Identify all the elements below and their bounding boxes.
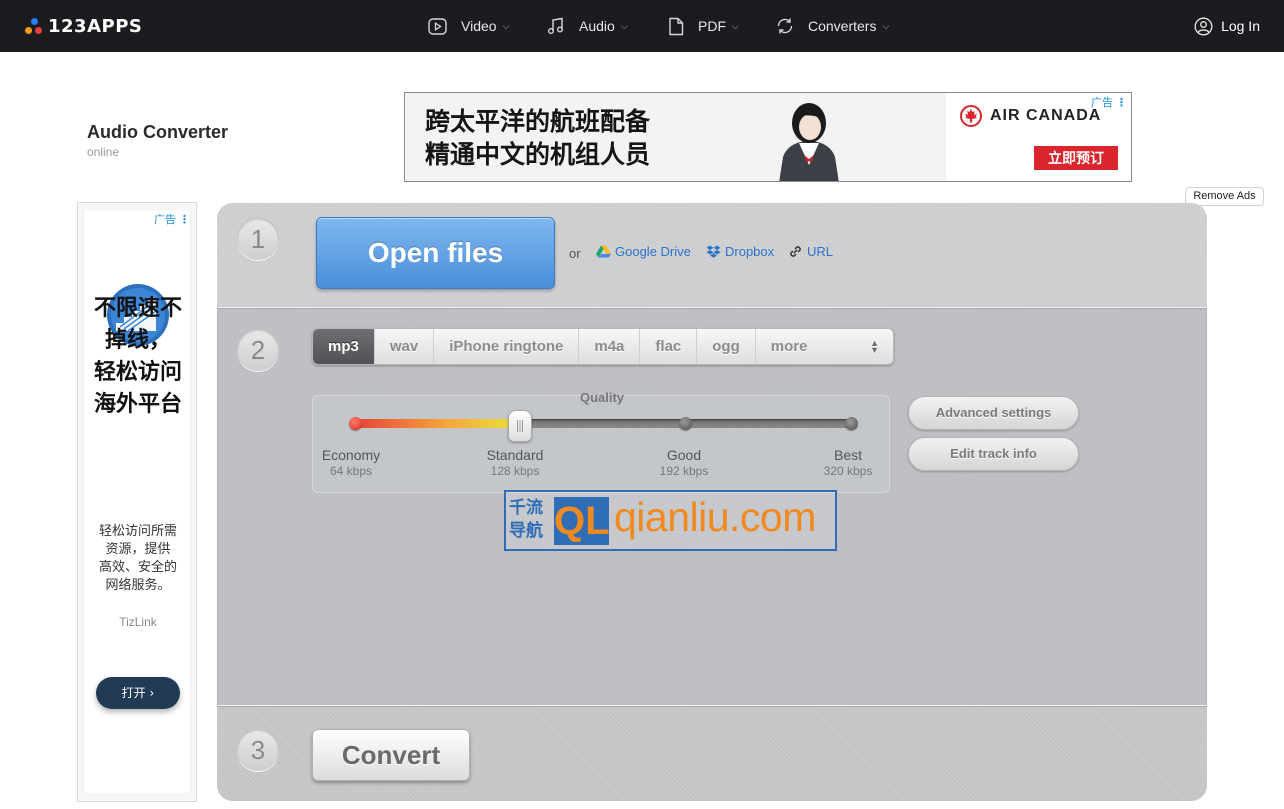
quality-rate-standard: 128 kbps xyxy=(490,464,540,478)
quality-rate-best: 320 kbps xyxy=(823,464,873,478)
logo-dots-icon xyxy=(24,16,44,36)
play-icon xyxy=(428,17,447,35)
qianliu-watermark: 千流 导航 QL qianliu.com xyxy=(504,490,837,551)
quality-node-best[interactable] xyxy=(844,417,858,430)
nav-video[interactable]: Video ⌵ xyxy=(428,14,509,38)
format-tab-mp3[interactable]: mp3 xyxy=(313,329,375,364)
maple-leaf-icon xyxy=(960,105,982,127)
top-banner-ad[interactable]: 跨太平洋的航班配备 精通中文的机组人员 广告 ⋮ AIR CANADA 立即预订 xyxy=(404,92,1132,182)
side-banner-ad[interactable]: 广告 ⋮ 不限速不 掉线， 轻松访问 海外平台 轻松访问所需 资源，提供 高效、安… xyxy=(77,202,197,802)
more-dots-icon: ⋮ xyxy=(1116,97,1127,109)
chevron-down-icon: ⌵ xyxy=(882,20,890,31)
document-icon xyxy=(669,17,684,35)
quality-title: Quality xyxy=(579,390,625,405)
logo[interactable]: 123APPS xyxy=(24,15,142,37)
open-files-button[interactable]: Open files xyxy=(316,217,555,289)
advanced-settings-button[interactable]: Advanced settings xyxy=(908,396,1079,430)
format-more-label: more xyxy=(770,338,808,355)
quality-node-good[interactable] xyxy=(679,417,693,430)
side-ad-open-button[interactable]: 打开 › xyxy=(96,677,180,709)
format-tab-flac[interactable]: flac xyxy=(640,329,698,364)
dropbox-label: Dropbox xyxy=(725,244,775,259)
quality-node-economy[interactable] xyxy=(348,417,362,430)
url-label: URL xyxy=(807,244,834,259)
chevron-down-icon: ⌵ xyxy=(502,20,510,31)
air-canada-logo: AIR CANADA xyxy=(960,105,1101,127)
url-link[interactable]: URL xyxy=(788,244,833,259)
edit-track-info-button[interactable]: Edit track info xyxy=(908,437,1079,471)
login-button[interactable]: Log In xyxy=(1194,14,1260,38)
nav-pdf[interactable]: PDF ⌵ xyxy=(668,14,739,38)
nav-audio-label: Audio xyxy=(579,18,615,34)
step-number-1: 1 xyxy=(237,218,279,260)
top-ad-line1: 跨太平洋的航班配备 xyxy=(425,107,651,136)
music-note-icon xyxy=(548,17,563,34)
quality-rate-good: 192 kbps xyxy=(659,464,709,478)
watermark-ql-logo: QL xyxy=(554,497,610,545)
google-drive-link[interactable]: Google Drive xyxy=(596,244,691,259)
top-nav: 123APPS Video ⌵ Audio ⌵ PDF ⌵ Converters… xyxy=(0,0,1284,52)
quality-track[interactable] xyxy=(355,419,851,428)
flight-attendant-illustration xyxy=(779,103,839,181)
or-label: or xyxy=(569,246,581,261)
user-icon xyxy=(1194,17,1213,35)
nav-converters[interactable]: Converters ⌵ xyxy=(776,14,889,38)
step-number-3: 3 xyxy=(237,729,279,771)
format-more-dropdown[interactable]: more ▲ ▼ xyxy=(756,329,893,364)
quality-label-best: Best xyxy=(833,447,862,463)
convert-button[interactable]: Convert xyxy=(312,729,470,781)
dropbox-link[interactable]: Dropbox xyxy=(706,244,774,259)
side-ad-body: 轻松访问所需 资源，提供 高效、安全的 网络服务。 xyxy=(98,524,177,593)
refresh-icon xyxy=(777,18,793,34)
nav-audio[interactable]: Audio ⌵ xyxy=(547,14,628,38)
side-ad-content: 广告 ⋮ 不限速不 掉线， 轻松访问 海外平台 轻松访问所需 资源，提供 高效、安… xyxy=(83,211,191,793)
quality-rate-economy: 64 kbps xyxy=(329,464,373,478)
nav-pdf-label: PDF xyxy=(698,18,726,34)
side-ad-brand: TizLink xyxy=(119,615,157,629)
logo-text: 123APPS xyxy=(48,15,143,37)
chevron-down-icon: ⌵ xyxy=(732,20,739,31)
watermark-url: qianliu.com xyxy=(614,494,816,540)
quality-label-good: Good xyxy=(666,447,702,463)
quality-fill xyxy=(355,419,521,428)
dropbox-icon xyxy=(706,245,721,258)
step3-section: 3 Convert xyxy=(217,705,1207,801)
top-ad-line2: 精通中文的机组人员 xyxy=(425,140,651,169)
top-ad-text: 跨太平洋的航班配备 精通中文的机组人员 xyxy=(425,105,650,171)
format-tab-iphone-ringtone[interactable]: iPhone ringtone xyxy=(434,329,580,364)
quality-slider-box: Quality Economy 64 kbps Standard 128 kbp… xyxy=(312,390,890,493)
google-drive-label: Google Drive xyxy=(615,244,691,259)
login-label: Log In xyxy=(1221,18,1260,34)
chevron-down-icon: ⌵ xyxy=(620,20,628,31)
link-icon xyxy=(790,246,801,257)
quality-label-economy: Economy xyxy=(321,447,381,463)
format-tabs: mp3 wav iPhone ringtone m4a flac ogg mor… xyxy=(312,328,894,365)
format-tab-ogg[interactable]: ogg xyxy=(697,329,756,364)
air-canada-brand: AIR CANADA xyxy=(990,107,1102,124)
nav-converters-label: Converters xyxy=(808,18,877,34)
more-dots-icon: ⋮ xyxy=(179,214,190,226)
quality-slider-handle[interactable] xyxy=(508,410,533,442)
up-down-arrows-icon: ▲ ▼ xyxy=(870,337,879,355)
side-ad-headline: 不限速不 掉线， 轻松访问 海外平台 xyxy=(93,296,182,417)
quality-label-standard: Standard xyxy=(486,447,544,463)
step1-section: 1 Open files or Google Drive Dropbox URL xyxy=(217,203,1207,308)
step2-section: 2 mp3 wav iPhone ringtone m4a flac ogg m… xyxy=(217,309,1207,705)
step-number-2: 2 xyxy=(237,329,279,371)
top-ad-brand-area: 广告 ⋮ AIR CANADA 立即预订 xyxy=(946,93,1131,181)
format-tab-wav[interactable]: wav xyxy=(375,329,435,364)
page-title: Audio Converter xyxy=(87,122,229,142)
watermark-chinese-text: 千流 导航 xyxy=(509,498,543,541)
format-tab-m4a[interactable]: m4a xyxy=(579,329,641,364)
page-subtitle: online xyxy=(87,145,120,159)
chevron-right-icon: › xyxy=(149,686,155,700)
book-now-button[interactable]: 立即预订 xyxy=(1034,146,1118,170)
google-drive-icon xyxy=(596,245,611,258)
converter-panel: 1 Open files or Google Drive Dropbox URL… xyxy=(217,203,1207,801)
nav-video-label: Video xyxy=(461,18,497,34)
ad-label[interactable]: 广告 ⋮ xyxy=(154,211,190,227)
